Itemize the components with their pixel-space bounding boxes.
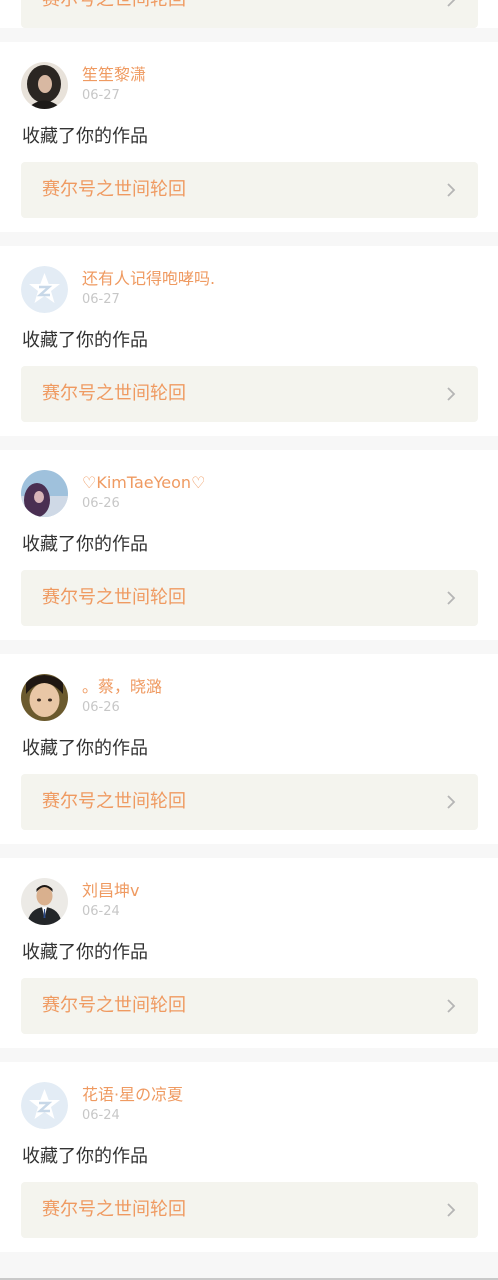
work-link-card[interactable]: 赛尔号之世间轮回 [21, 774, 478, 830]
user-name[interactable]: 刘昌坤v [82, 881, 139, 901]
work-title: 赛尔号之世间轮回 [42, 1199, 186, 1220]
timestamp: 06-24 [82, 1108, 120, 1123]
avatar[interactable] [21, 62, 68, 109]
chevron-right-icon [447, 0, 456, 7]
chevron-right-icon [447, 387, 456, 401]
notification-card: 花语·星の凉夏 06-24 收藏了你的作品 赛尔号之世间轮回 [0, 1062, 498, 1252]
notification-card: ♡KimTaeYeon♡ 06-26 收藏了你的作品 赛尔号之世间轮回 [0, 450, 498, 640]
avatar[interactable] [21, 674, 68, 721]
work-title: 赛尔号之世间轮回 [42, 995, 186, 1016]
user-name[interactable]: ♡KimTaeYeon♡ [82, 473, 205, 493]
chevron-right-icon [447, 795, 456, 809]
action-text: 收藏了你的作品 [22, 738, 148, 759]
chevron-right-icon [447, 999, 456, 1013]
work-link-card[interactable]: 赛尔号之世间轮回 [21, 1182, 478, 1238]
chevron-right-icon [447, 591, 456, 605]
user-name[interactable]: 还有人记得咆哮吗. [82, 269, 215, 289]
notification-card: 。蔡，晓潞 06-26 收藏了你的作品 赛尔号之世间轮回 [0, 654, 498, 844]
avatar[interactable] [21, 470, 68, 517]
notification-card: 赛尔号之世间轮回 [0, 0, 498, 28]
avatar[interactable] [21, 1082, 68, 1129]
work-link-card[interactable]: 赛尔号之世间轮回 [21, 162, 478, 218]
notification-card: 笙笙黎潇 06-27 收藏了你的作品 赛尔号之世间轮回 [0, 42, 498, 232]
user-name[interactable]: 花语·星の凉夏 [82, 1085, 183, 1105]
notification-feed: 赛尔号之世间轮回 笙笙黎潇 06-27 收藏了你的作品 赛尔号之世间轮回 [0, 0, 498, 1266]
work-link-card[interactable]: 赛尔号之世间轮回 [21, 570, 478, 626]
notification-card: 刘昌坤v 06-24 收藏了你的作品 赛尔号之世间轮回 [0, 858, 498, 1048]
chevron-right-icon [447, 183, 456, 197]
work-title: 赛尔号之世间轮回 [42, 179, 186, 200]
notification-card: 还有人记得咆哮吗. 06-27 收藏了你的作品 赛尔号之世间轮回 [0, 246, 498, 436]
action-text: 收藏了你的作品 [22, 942, 148, 963]
timestamp: 06-24 [82, 904, 120, 919]
default-avatar-icon [21, 266, 68, 313]
work-title: 赛尔号之世间轮回 [42, 383, 186, 404]
timestamp: 06-26 [82, 700, 120, 715]
user-name[interactable]: 笙笙黎潇 [82, 65, 146, 85]
work-title: 赛尔号之世间轮回 [42, 791, 186, 812]
default-avatar-icon [21, 1082, 68, 1129]
timestamp: 06-26 [82, 496, 120, 511]
action-text: 收藏了你的作品 [22, 126, 148, 147]
user-name[interactable]: 。蔡，晓潞 [82, 677, 162, 697]
timestamp: 06-27 [82, 88, 120, 103]
work-link-card[interactable]: 赛尔号之世间轮回 [21, 978, 478, 1034]
avatar[interactable] [21, 878, 68, 925]
action-text: 收藏了你的作品 [22, 330, 148, 351]
action-text: 收藏了你的作品 [22, 534, 148, 555]
chevron-right-icon [447, 1203, 456, 1217]
work-link-card[interactable]: 赛尔号之世间轮回 [21, 0, 478, 28]
work-title: 赛尔号之世间轮回 [42, 587, 186, 608]
work-link-card[interactable]: 赛尔号之世间轮回 [21, 366, 478, 422]
timestamp: 06-27 [82, 292, 120, 307]
work-title: 赛尔号之世间轮回 [42, 0, 186, 11]
avatar[interactable] [21, 266, 68, 313]
action-text: 收藏了你的作品 [22, 1146, 148, 1167]
